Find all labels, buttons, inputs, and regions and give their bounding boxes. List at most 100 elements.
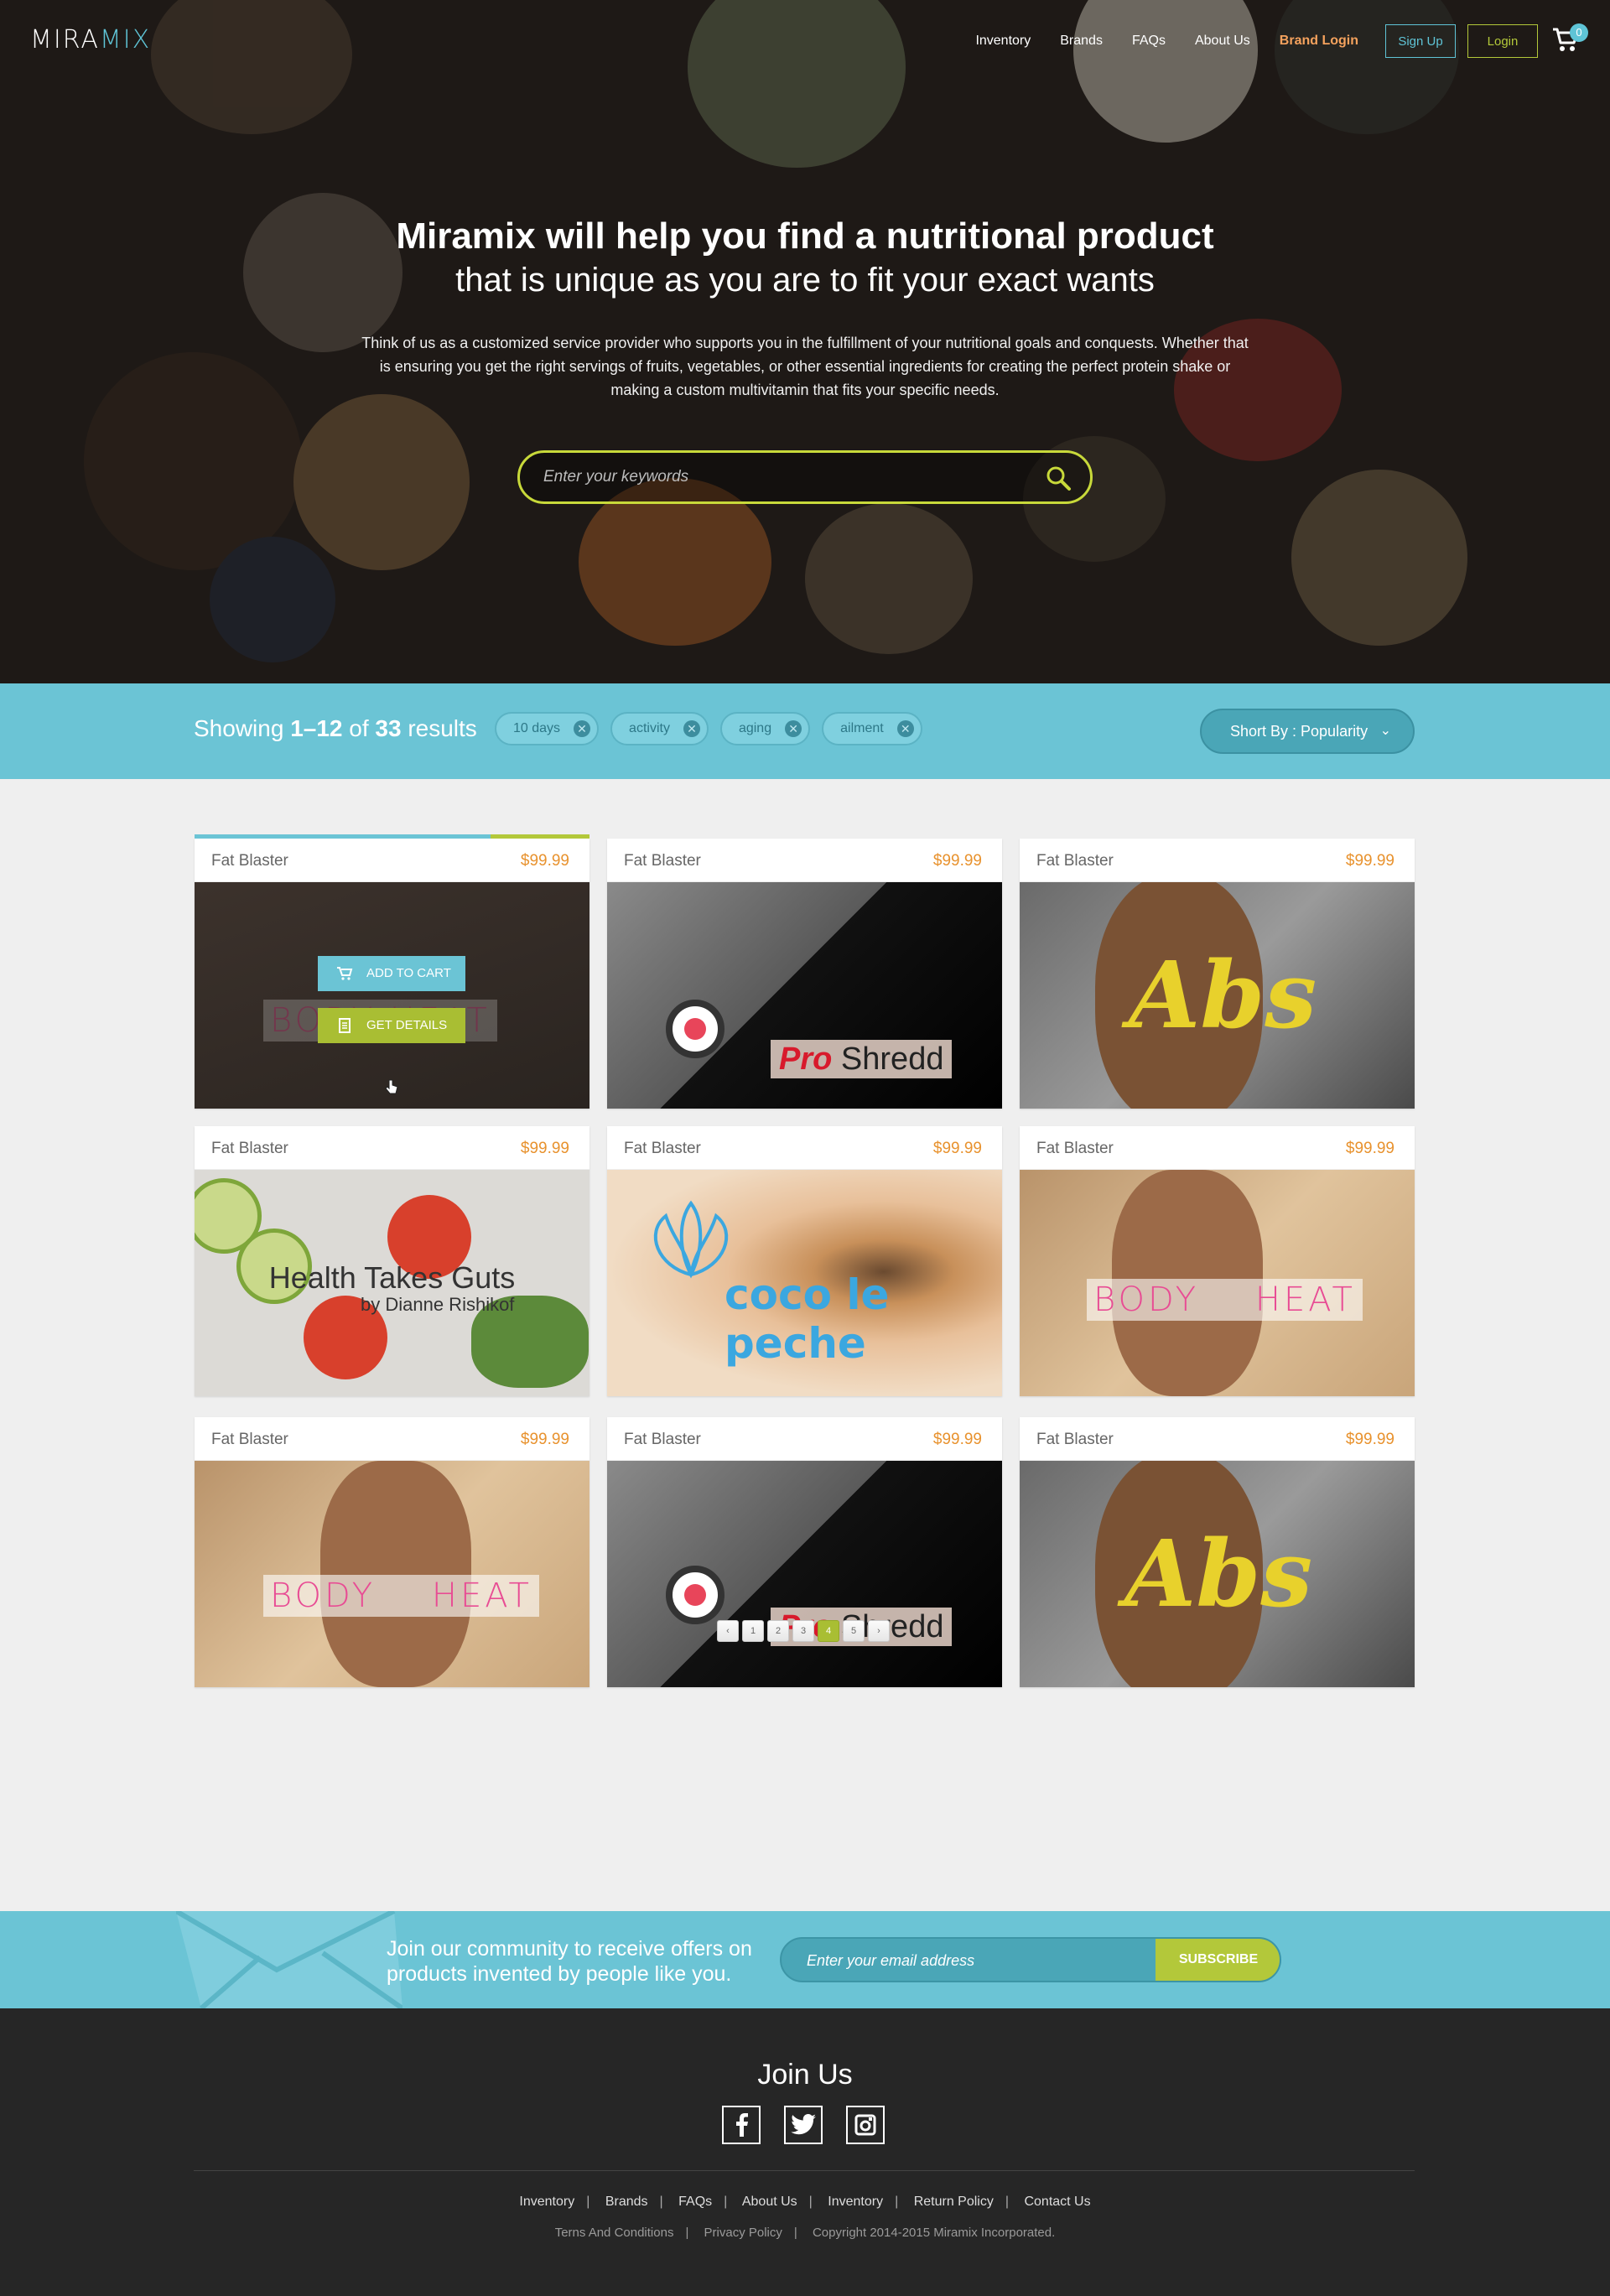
get-details-button[interactable]: GET DETAILS — [318, 1008, 465, 1043]
product-price: $99.99 — [932, 852, 982, 870]
subscribe-button[interactable]: SUBSCRIBE — [1156, 1939, 1280, 1981]
product-price: $99.99 — [1345, 1431, 1394, 1448]
product-card[interactable]: Fat Blaster $99.99 BODY HEAT — [195, 1417, 589, 1687]
remove-chip-icon[interactable]: ✕ — [574, 720, 591, 737]
product-name: Fat Blaster — [1036, 1431, 1114, 1448]
page-button[interactable]: 1 — [742, 1620, 764, 1642]
chevron-down-icon: ⌄ — [1379, 724, 1391, 738]
product-card[interactable]: Fat Blaster $99.99 Pro Shredd — [607, 1417, 1002, 1687]
add-to-cart-button[interactable]: ADD TO CART — [318, 956, 465, 991]
facebook-button[interactable] — [722, 2106, 761, 2144]
newsletter-text: Join our community to receive offers on p… — [387, 1937, 752, 1986]
page-next-button[interactable]: › — [868, 1620, 890, 1642]
page-button-current[interactable]: 4 — [818, 1620, 839, 1642]
email-field[interactable] — [807, 1949, 1142, 1972]
footer-links: Inventory | Brands | FAQs | About Us | Inven… — [519, 2195, 1091, 2209]
hero-title: Miramix will help you find a nutritional… — [396, 216, 1214, 257]
product-name: Fat Blaster — [211, 852, 288, 870]
product-card[interactable]: Fat Blaster $99.99 Abs — [1020, 1417, 1415, 1687]
hero-subtitle: that is unique as you are to fit your ex… — [455, 262, 1155, 299]
nav-brand-login[interactable]: Brand Login — [1280, 34, 1358, 49]
product-image: BODY HEAT — [1020, 1170, 1415, 1396]
twitter-icon — [791, 2114, 816, 2135]
nav-about-us[interactable]: About Us — [1195, 34, 1250, 49]
hero-description: Think of us as a customized service prov… — [361, 335, 1249, 398]
hero-content: Miramix will help you find a nutritional… — [0, 214, 1610, 504]
join-us-heading: Join Us — [757, 2059, 853, 2091]
sign-up-button[interactable]: Sign Up — [1385, 24, 1456, 58]
cart-count-badge: 0 — [1570, 23, 1588, 42]
footer-link-about-us[interactable]: About Us — [742, 2195, 797, 2209]
hero-section: MIRAMIX Inventory Brands FAQs About Us B… — [0, 0, 1610, 683]
footer-legal: Terns And Conditions | Privacy Policy | Co… — [554, 2226, 1056, 2240]
footer-link-brands[interactable]: Brands — [605, 2195, 648, 2209]
page-button[interactable]: 3 — [792, 1620, 814, 1642]
product-image: coco le peche — [607, 1170, 1002, 1396]
footer-link-inventory-2[interactable]: Inventory — [828, 2195, 883, 2209]
login-button[interactable]: Login — [1467, 24, 1538, 58]
product-name: Fat Blaster — [1036, 852, 1114, 870]
footer-link-privacy[interactable]: Privacy Policy — [704, 2226, 782, 2240]
page-button[interactable]: 2 — [767, 1620, 789, 1642]
product-name: Fat Blaster — [624, 852, 701, 870]
footer-link-terms[interactable]: Terns And Conditions — [555, 2226, 674, 2240]
product-name: Fat Blaster — [1036, 1140, 1114, 1157]
search-input[interactable] — [543, 465, 1013, 490]
brand-logo: Health Takes Guts — [268, 1260, 516, 1295]
product-image: Health Takes Guts by Dianne Rishikof — [195, 1170, 589, 1396]
filter-chip: ailment ✕ — [822, 712, 922, 745]
product-price: $99.99 — [1345, 852, 1394, 870]
product-name: Fat Blaster — [624, 1431, 701, 1448]
envelope-icon — [176, 1911, 402, 2008]
filter-chip: 10 days ✕ — [495, 712, 600, 745]
filter-bar: Showing 1–12 of 33 results 10 days ✕ acti… — [0, 683, 1610, 779]
nav-brands[interactable]: Brands — [1060, 34, 1103, 49]
product-card[interactable]: Fat Blaster $99.99 Health Takes Guts by D… — [195, 1126, 589, 1396]
search-icon[interactable] — [1045, 465, 1072, 491]
page-button[interactable]: 5 — [843, 1620, 865, 1642]
filter-chip: aging ✕ — [719, 712, 811, 745]
product-card[interactable]: Fat Blaster $99.99 BODY HEAT — [1020, 1126, 1415, 1396]
product-name: Fat Blaster — [624, 1140, 701, 1157]
copyright-text: Copyright 2014-2015 Miramix Incorporated… — [812, 2226, 1056, 2240]
footer-link-inventory[interactable]: Inventory — [519, 2195, 574, 2209]
footer-link-faqs[interactable]: FAQs — [678, 2195, 712, 2209]
filter-chip: activity ✕ — [610, 712, 709, 745]
product-price: $99.99 — [932, 1140, 982, 1157]
results-count: Showing 1–12 of 33 results — [194, 715, 477, 741]
brand-logo: Pro Shredd — [771, 1040, 953, 1078]
nav-faqs[interactable]: FAQs — [1132, 34, 1166, 49]
product-price: $99.99 — [520, 852, 569, 870]
footer-link-return-policy[interactable]: Return Policy — [914, 2195, 994, 2209]
sort-dropdown[interactable]: Short By : Popularity ⌄ — [1200, 709, 1415, 754]
product-price: $99.99 — [1345, 1140, 1394, 1157]
brand-byline: by Dianne Rishikof — [361, 1294, 515, 1315]
brand-logo: Abs — [1124, 1519, 1313, 1628]
page-prev-button[interactable]: ‹ — [717, 1620, 739, 1642]
product-grid: Fat Blaster $99.99 BODY HEAT ADD TO CART … — [0, 779, 1610, 1911]
product-image: BODY HEAT ADD TO CART GET DETAILS — [195, 882, 589, 1109]
product-card[interactable]: Fat Blaster $99.99 coco le peche — [607, 1126, 1002, 1396]
twitter-button[interactable] — [784, 2106, 823, 2144]
facebook-icon — [736, 2113, 748, 2137]
product-card[interactable]: Fat Blaster $99.99 Abs — [1020, 839, 1415, 1109]
product-name: Fat Blaster — [211, 1140, 288, 1157]
footer-divider — [194, 2170, 1415, 2171]
nav-inventory[interactable]: Inventory — [975, 34, 1031, 49]
miramix-logo[interactable]: MIRAMIX — [30, 25, 151, 55]
product-card[interactable]: Fat Blaster $99.99 Pro Shredd — [607, 839, 1002, 1109]
product-image: BODY HEAT — [195, 1461, 589, 1687]
cart-button[interactable]: 0 — [1551, 23, 1588, 59]
search-box — [517, 450, 1093, 504]
product-price: $99.99 — [520, 1431, 569, 1448]
remove-chip-icon[interactable]: ✕ — [785, 720, 802, 737]
footer: Join Us Inventory | Brands | FAQs | About U… — [0, 2008, 1610, 2296]
footer-link-contact-us[interactable]: Contact Us — [1024, 2195, 1090, 2209]
product-price: $99.99 — [520, 1140, 569, 1157]
instagram-button[interactable] — [846, 2106, 885, 2144]
product-image: Pro Shredd — [607, 882, 1002, 1109]
brand-logo: coco le peche — [724, 1270, 890, 1368]
product-card[interactable]: Fat Blaster $99.99 BODY HEAT ADD TO CART … — [195, 834, 589, 1109]
remove-chip-icon[interactable]: ✕ — [896, 720, 914, 737]
remove-chip-icon[interactable]: ✕ — [683, 720, 700, 737]
